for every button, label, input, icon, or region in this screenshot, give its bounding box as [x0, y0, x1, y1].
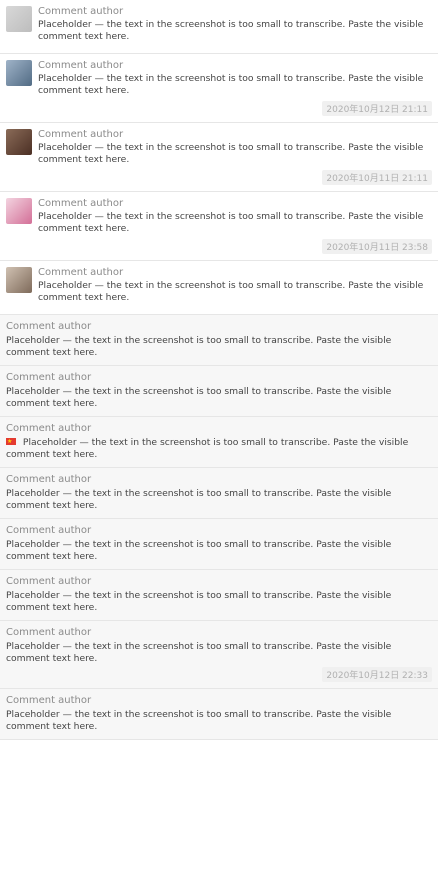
comment-text: Placeholder — the text in the screenshot…	[6, 335, 392, 358]
comment-text: Placeholder — the text in the screenshot…	[6, 539, 392, 562]
comment-text: Placeholder — the text in the screenshot…	[6, 436, 432, 461]
avatar[interactable]	[6, 267, 32, 293]
comment-content: Comment author Placeholder — the text in…	[38, 60, 432, 116]
comment-text: Placeholder — the text in the screenshot…	[6, 641, 392, 664]
timestamp: 2020年10月12日 22:33	[322, 667, 432, 682]
china-flag-icon	[6, 436, 16, 448]
comment-text: Placeholder — the text in the screenshot…	[38, 280, 432, 304]
commenter-name[interactable]: Comment author	[6, 576, 432, 587]
commenter-name[interactable]: Comment author	[6, 321, 432, 332]
commenter-name[interactable]: Comment author	[38, 129, 432, 140]
comment-paragraph: Placeholder — the text in the screenshot…	[38, 73, 424, 96]
comment-paragraph: Placeholder — the text in the screenshot…	[38, 142, 424, 165]
comment-text: Placeholder — the text in the screenshot…	[38, 211, 432, 235]
avatar[interactable]	[6, 198, 32, 224]
comment-text: Placeholder — the text in the screenshot…	[6, 386, 392, 409]
comment-content: Comment author Placeholder — the text in…	[38, 198, 432, 254]
commenter-name[interactable]: Comment author	[38, 267, 432, 278]
comment-text: Placeholder — the text in the screenshot…	[38, 19, 432, 43]
commenter-name[interactable]: Comment author	[6, 474, 432, 485]
commenter-name[interactable]: Comment author	[38, 60, 432, 71]
simple-comment: Comment author Placeholder — the text in…	[0, 689, 438, 740]
comment-card: Comment author Placeholder — the text in…	[0, 54, 438, 123]
comment-card: Comment author Placeholder — the text in…	[0, 0, 438, 54]
comment-content: Comment author Placeholder — the text in…	[38, 6, 432, 47]
comment-text: Placeholder — the text in the screenshot…	[38, 142, 432, 166]
commenter-name[interactable]: Comment author	[6, 372, 432, 383]
comment-card: Comment author Placeholder — the text in…	[0, 261, 438, 315]
comment-feed: Comment author Placeholder — the text in…	[0, 0, 438, 740]
timestamp: 2020年10月11日 21:11	[322, 170, 432, 185]
comment-paragraph: Placeholder — the text in the screenshot…	[38, 211, 424, 234]
comment-paragraph: Placeholder — the text in the screenshot…	[38, 19, 424, 42]
comment-card: Comment author Placeholder — the text in…	[0, 123, 438, 192]
comment-card: Comment author Placeholder — the text in…	[0, 192, 438, 261]
comment-text: Placeholder — the text in the screenshot…	[6, 590, 392, 613]
simple-comment: Comment author Placeholder — the text in…	[0, 519, 438, 570]
commenter-name[interactable]: Comment author	[6, 525, 432, 536]
comment-content: Comment author Placeholder — the text in…	[38, 267, 432, 308]
comment-text: Placeholder — the text in the screenshot…	[6, 709, 392, 732]
simple-comment: Comment author Placeholder — the text in…	[0, 468, 438, 519]
timestamp: 2020年10月11日 23:58	[322, 239, 432, 254]
comment-paragraph: Placeholder — the text in the screenshot…	[38, 280, 424, 303]
comment-text-body: Placeholder — the text in the screenshot…	[6, 437, 409, 460]
comment-text: Placeholder — the text in the screenshot…	[6, 488, 392, 511]
timestamp: 2020年10月12日 21:11	[322, 101, 432, 116]
simple-comment: Comment author Placeholder — the text in…	[0, 366, 438, 417]
commenter-name[interactable]: Comment author	[38, 198, 432, 209]
commenter-name[interactable]: Comment author	[6, 423, 432, 434]
simple-comment: Comment author Placeholder — the text in…	[0, 417, 438, 468]
simple-comment: Comment author Placeholder — the text in…	[0, 315, 438, 366]
comment-text: Placeholder — the text in the screenshot…	[38, 73, 432, 97]
commenter-name[interactable]: Comment author	[6, 627, 432, 638]
commenter-name[interactable]: Comment author	[38, 6, 432, 17]
avatar[interactable]	[6, 60, 32, 86]
simple-comment: Comment author Placeholder — the text in…	[0, 621, 438, 689]
simple-comment: Comment author Placeholder — the text in…	[0, 570, 438, 621]
avatar[interactable]	[6, 129, 32, 155]
commenter-name[interactable]: Comment author	[6, 695, 432, 706]
avatar[interactable]	[6, 6, 32, 32]
comment-content: Comment author Placeholder — the text in…	[38, 129, 432, 185]
